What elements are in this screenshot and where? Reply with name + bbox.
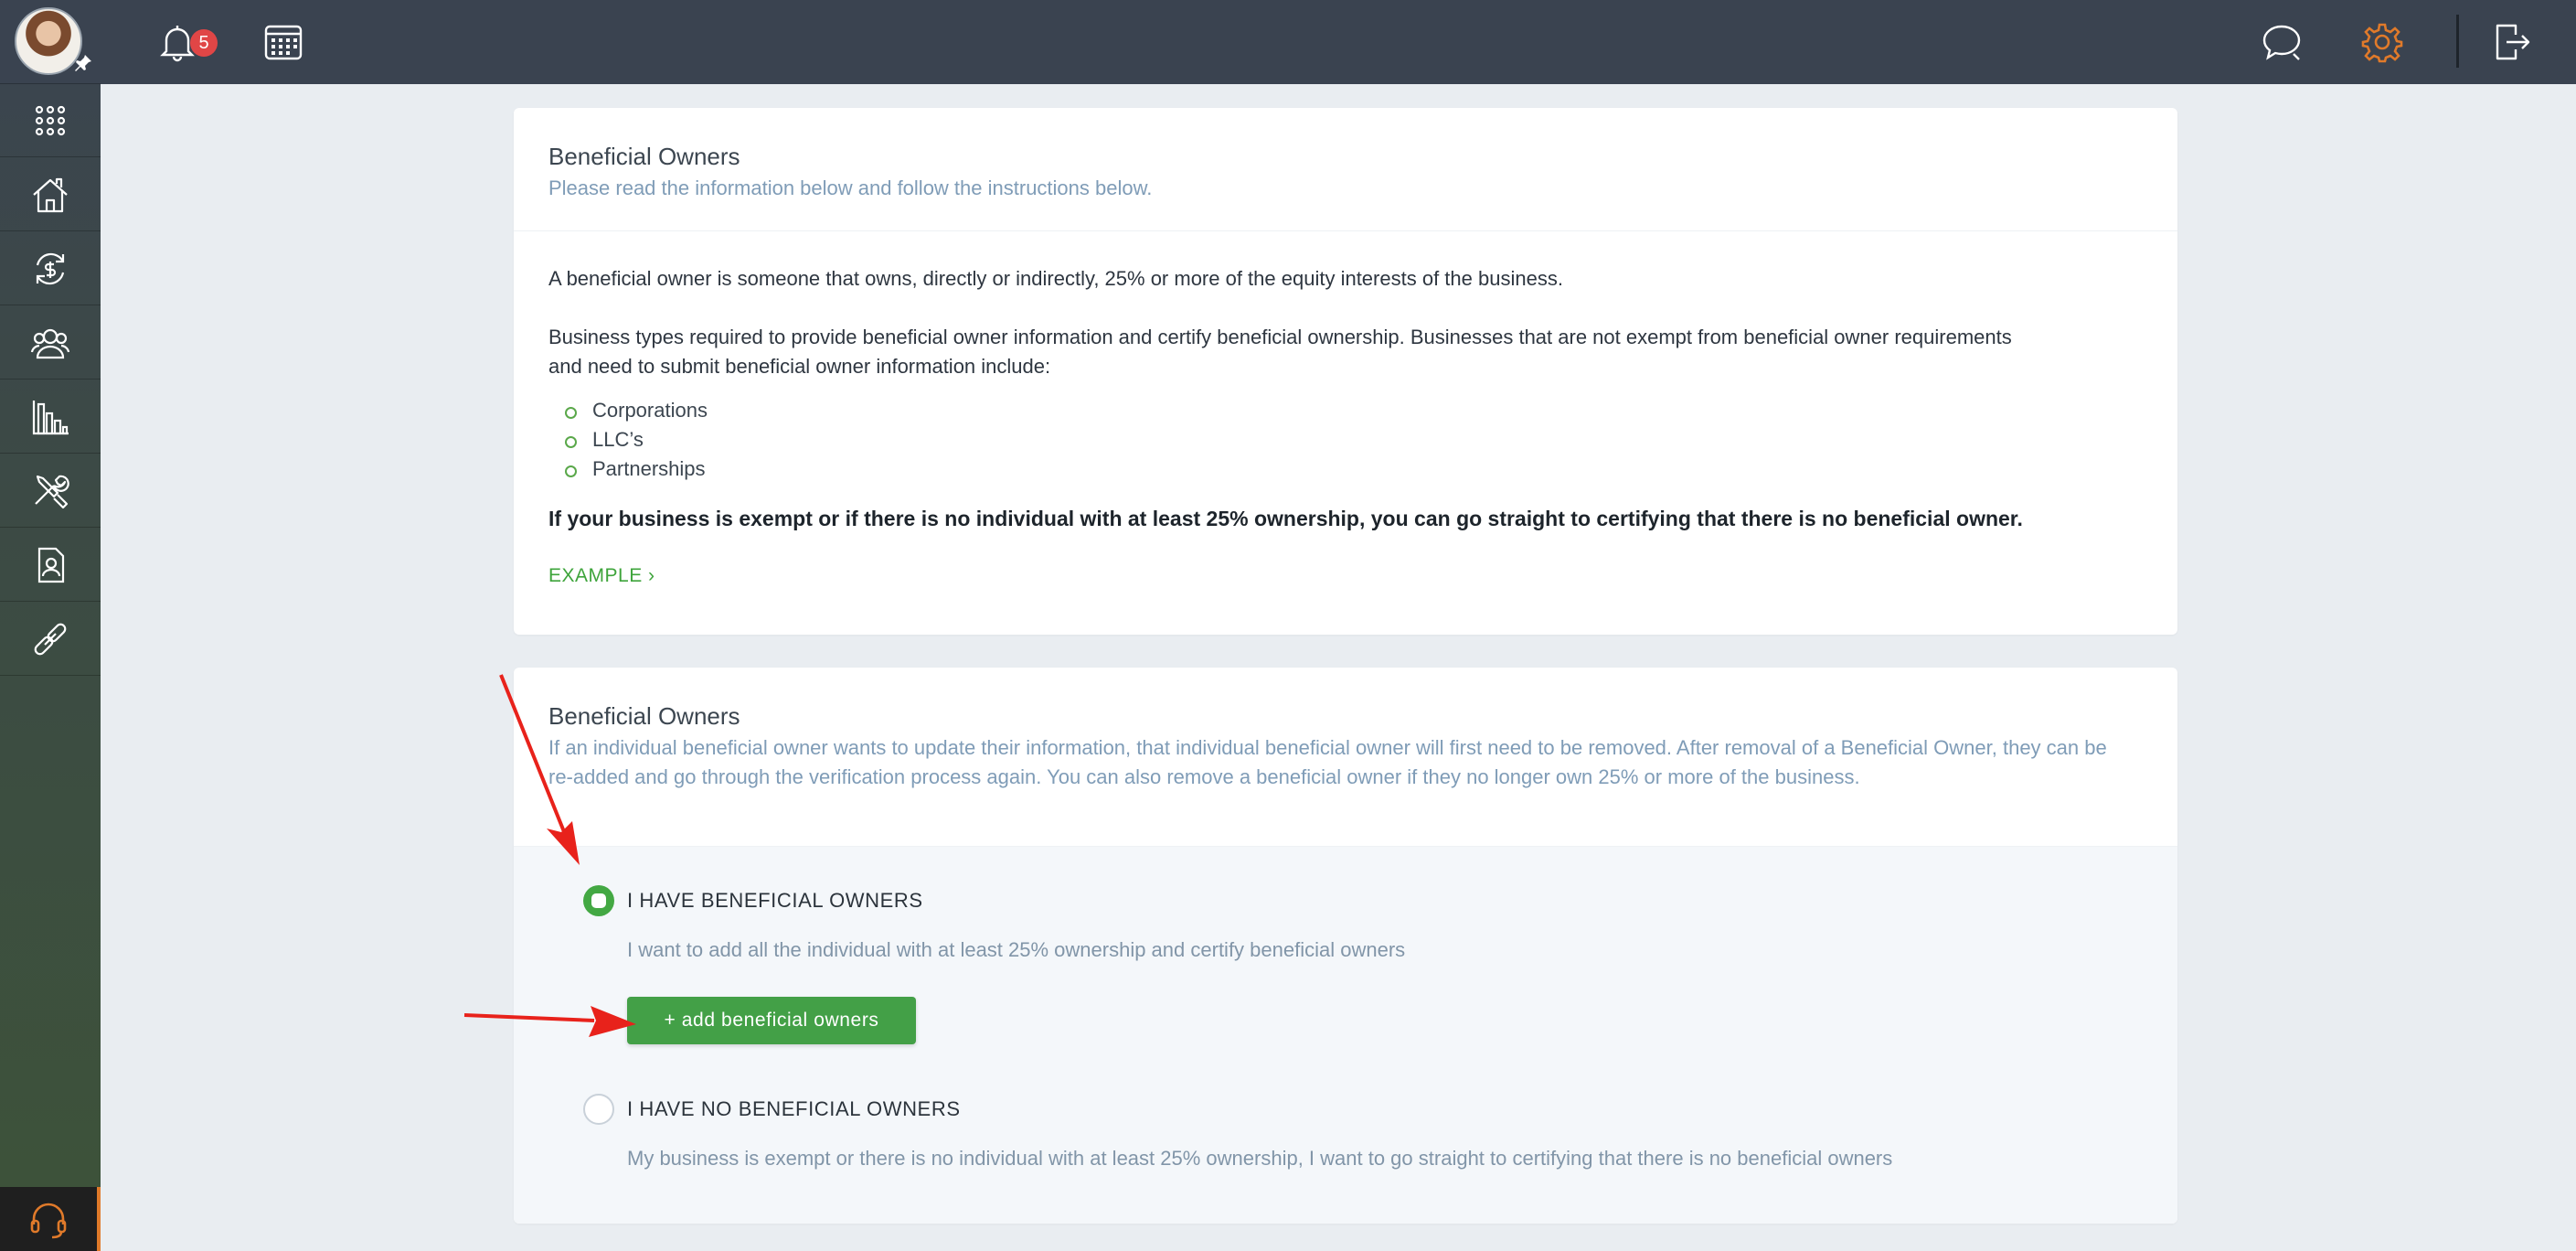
ownership-options: I HAVE BENEFICIAL OWNERS I want to add a… (514, 847, 2177, 1224)
calendar-button[interactable] (260, 18, 307, 66)
no-owners-radio[interactable] (583, 1094, 614, 1125)
business-types-paragraph: Business types required to provide benef… (548, 326, 2012, 378)
bar-chart-icon (32, 400, 69, 434)
exchange-icon (36, 252, 65, 284)
sidebar-item-tools[interactable] (0, 454, 101, 528)
info-card: Beneficial Owners Please read the inform… (514, 108, 2177, 635)
chat-button[interactable] (2258, 18, 2305, 66)
sidebar-item-exchange[interactable] (0, 232, 101, 305)
have-owners-radio[interactable] (583, 885, 614, 916)
top-navigation-bar: 5 (101, 0, 2576, 84)
info-card-subtitle: Please read the information below and fo… (548, 176, 1153, 199)
sidebar-item-apps[interactable] (0, 84, 101, 157)
sidebar-item-contacts[interactable] (0, 529, 101, 602)
user-profile[interactable] (0, 0, 101, 84)
logout-button[interactable] (2488, 18, 2536, 66)
have-owners-description: I want to add all the individual with at… (627, 938, 1406, 961)
tools-icon (35, 475, 69, 508)
sidebar-item-home[interactable] (0, 158, 101, 231)
settings-button[interactable] (2358, 18, 2406, 66)
contact-card-icon (37, 547, 65, 583)
info-card-title: Beneficial Owners (548, 143, 740, 170)
notification-count-badge: 5 (190, 29, 218, 57)
users-icon (30, 328, 70, 358)
topbar-divider (2456, 15, 2459, 68)
gear-icon (2361, 23, 2403, 63)
exempt-note: If your business is exempt or if there i… (548, 507, 2023, 530)
no-owners-description: My business is exempt or there is no ind… (627, 1147, 1893, 1170)
apps-grid-icon (35, 105, 66, 135)
business-types-list: Corporations LLC’s Partnerships (548, 396, 2143, 484)
no-owners-label[interactable]: I HAVE NO BENEFICIAL OWNERS (627, 1096, 961, 1123)
sidebar-item-reports[interactable] (0, 380, 101, 454)
chat-icon (2262, 25, 2301, 60)
calendar-icon (264, 25, 303, 60)
sidebar (0, 0, 101, 1251)
have-owners-label[interactable]: I HAVE BENEFICIAL OWNERS (627, 887, 923, 914)
avatar[interactable] (15, 7, 82, 75)
list-item: Partnerships (548, 454, 2143, 484)
list-item: Corporations (548, 396, 2143, 425)
home-icon (33, 177, 68, 212)
owners-card-subtitle: If an individual beneficial owner wants … (548, 736, 2107, 788)
support-button[interactable] (0, 1187, 101, 1251)
headset-icon (30, 1203, 67, 1239)
example-link[interactable]: EXAMPLE › (548, 562, 2143, 590)
sidebar-item-links[interactable] (0, 603, 101, 676)
owners-card: Beneficial Owners If an individual benef… (514, 668, 2177, 1224)
owners-card-title: Beneficial Owners (548, 702, 740, 730)
sidebar-item-users[interactable] (0, 306, 101, 380)
logout-icon (2496, 24, 2530, 60)
pin-icon[interactable] (73, 53, 93, 73)
link-icon (34, 623, 67, 655)
list-item: LLC’s (548, 425, 2143, 454)
add-beneficial-owners-button[interactable]: + add beneficial owners (627, 997, 916, 1044)
definition-paragraph: A beneficial owner is someone that owns,… (548, 267, 1563, 290)
